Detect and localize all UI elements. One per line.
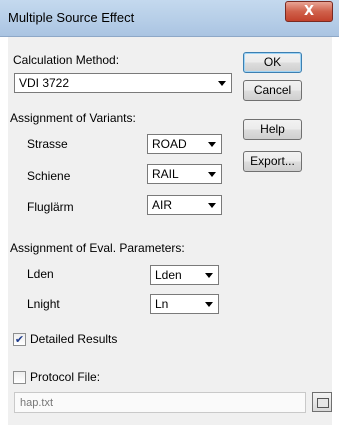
eval-lden-label: Lden <box>27 267 54 281</box>
variant-strasse-value: ROAD <box>152 137 187 151</box>
variant-fluglarm-value: AIR <box>152 198 173 212</box>
variants-section-label: Assignment of Variants: <box>10 111 136 125</box>
calculation-method-value: VDI 3722 <box>19 76 70 90</box>
eval-lden-value: Lden <box>155 268 182 282</box>
variant-fluglarm-select[interactable]: AIR <box>147 195 222 215</box>
variant-schiene-select[interactable]: RAIL <box>147 164 222 184</box>
chevron-down-icon <box>208 203 216 208</box>
protocol-file-value: hap.txt <box>20 397 54 409</box>
folder-icon <box>317 398 329 408</box>
browse-file-button[interactable] <box>312 392 332 412</box>
protocol-file-label: Protocol File: <box>30 370 101 384</box>
detailed-results-label: Detailed Results <box>30 332 118 346</box>
eval-lden-select[interactable]: Lden <box>150 265 219 285</box>
variant-strasse-label: Strasse <box>27 137 68 151</box>
variant-strasse-select[interactable]: ROAD <box>147 134 222 154</box>
eval-params-section-label: Assignment of Eval. Parameters: <box>10 241 185 255</box>
protocol-file-input[interactable]: hap.txt <box>14 392 306 413</box>
variant-fluglarm-label: Fluglärm <box>27 200 74 214</box>
chevron-down-icon <box>205 273 213 278</box>
eval-lnight-label: Lnight <box>27 297 60 311</box>
eval-lnight-select[interactable]: Ln <box>150 294 219 314</box>
help-button[interactable]: Help <box>243 119 302 140</box>
variant-schiene-label: Schiene <box>27 169 71 183</box>
detailed-results-checkbox[interactable]: ✔ <box>13 333 26 346</box>
title-bar: Multiple Source Effect X <box>0 0 339 37</box>
protocol-file-checkbox[interactable] <box>13 371 26 384</box>
calculation-method-select[interactable]: VDI 3722 <box>14 73 232 93</box>
eval-lnight-value: Ln <box>155 297 169 311</box>
chevron-down-icon <box>218 81 226 86</box>
checkmark-icon: ✔ <box>14 333 25 346</box>
cancel-button[interactable]: Cancel <box>243 80 302 101</box>
window-title: Multiple Source Effect <box>8 10 135 25</box>
chevron-down-icon <box>208 142 216 147</box>
variant-schiene-value: RAIL <box>152 167 179 181</box>
dialog-body: Calculation Method: VDI 3722 Assignment … <box>8 37 332 425</box>
chevron-down-icon <box>208 172 216 177</box>
chevron-down-icon <box>205 302 213 307</box>
export-button[interactable]: Export... <box>243 151 302 172</box>
close-button[interactable]: X <box>285 1 333 22</box>
calculation-method-label: Calculation Method: <box>13 53 120 67</box>
ok-button[interactable]: OK <box>243 52 302 73</box>
close-icon: X <box>303 4 315 19</box>
